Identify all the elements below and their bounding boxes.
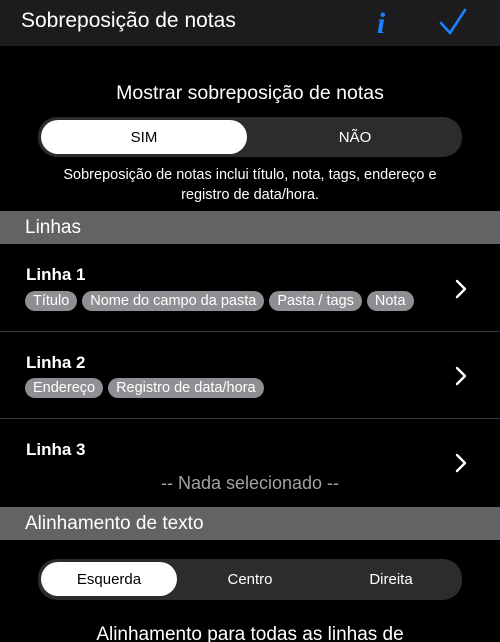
line-row-title: Linha 1 xyxy=(26,265,86,284)
section-header-alignment: Alinhamento de texto xyxy=(0,507,500,540)
line-row-tags: Título Nome do campo da pasta Pasta / ta… xyxy=(25,291,435,311)
tag-chip: Pasta / tags xyxy=(269,291,362,311)
page-title: Sobreposição de notas xyxy=(21,9,236,32)
info-icon[interactable]: i xyxy=(372,5,392,39)
tag-chip: Nota xyxy=(366,291,414,311)
info-glyph: i xyxy=(377,7,386,39)
row-divider xyxy=(0,418,500,419)
alignment-option-left[interactable]: Esquerda xyxy=(41,562,177,596)
alignment-segmented-control: Esquerda Centro Direita xyxy=(38,559,462,600)
line-row-3[interactable]: Linha 3 -- Nada selecionado -- xyxy=(0,420,500,505)
line-row-2[interactable]: Linha 2 Endereço Registro de data/hora xyxy=(0,333,500,418)
tag-chip: Nome do campo da pasta xyxy=(82,291,265,311)
overlay-description: Sobreposição de notas inclui título, not… xyxy=(63,167,437,203)
section-header-lines-label: Linhas xyxy=(25,217,81,238)
navigation-bar: Sobreposição de notas i xyxy=(0,0,500,46)
overlay-option-yes[interactable]: SIM xyxy=(41,120,247,154)
alignment-option-center[interactable]: Centro xyxy=(182,562,318,596)
line-row-tags: Endereço Registro de data/hora xyxy=(25,378,435,398)
line-row-title: Linha 2 xyxy=(26,353,86,372)
overlay-segmented-control: SIM NÃO xyxy=(38,117,462,157)
line-row-1[interactable]: Linha 1 Título Nome do campo da pasta Pa… xyxy=(0,246,500,331)
alignment-option-right[interactable]: Direita xyxy=(323,562,459,596)
row-divider xyxy=(0,331,500,332)
tag-chip: Título xyxy=(25,291,78,311)
section-header-alignment-label: Alinhamento de texto xyxy=(25,513,204,534)
chevron-right-icon xyxy=(455,279,467,299)
tag-chip: Registro de data/hora xyxy=(108,378,264,398)
chevron-right-icon xyxy=(455,366,467,386)
show-overlay-label: Mostrar sobreposição de notas xyxy=(116,82,384,104)
chevron-right-icon xyxy=(455,453,467,473)
empty-selection-text: -- Nada selecionado -- xyxy=(160,473,340,493)
line-row-title: Linha 3 xyxy=(26,440,86,459)
overlay-option-no[interactable]: NÃO xyxy=(252,120,458,154)
section-header-lines: Linhas xyxy=(0,211,500,244)
checkmark-icon[interactable] xyxy=(438,5,468,39)
alignment-description: Alinhamento para todas as linhas de xyxy=(96,624,404,642)
tag-chip: Endereço xyxy=(25,378,104,398)
